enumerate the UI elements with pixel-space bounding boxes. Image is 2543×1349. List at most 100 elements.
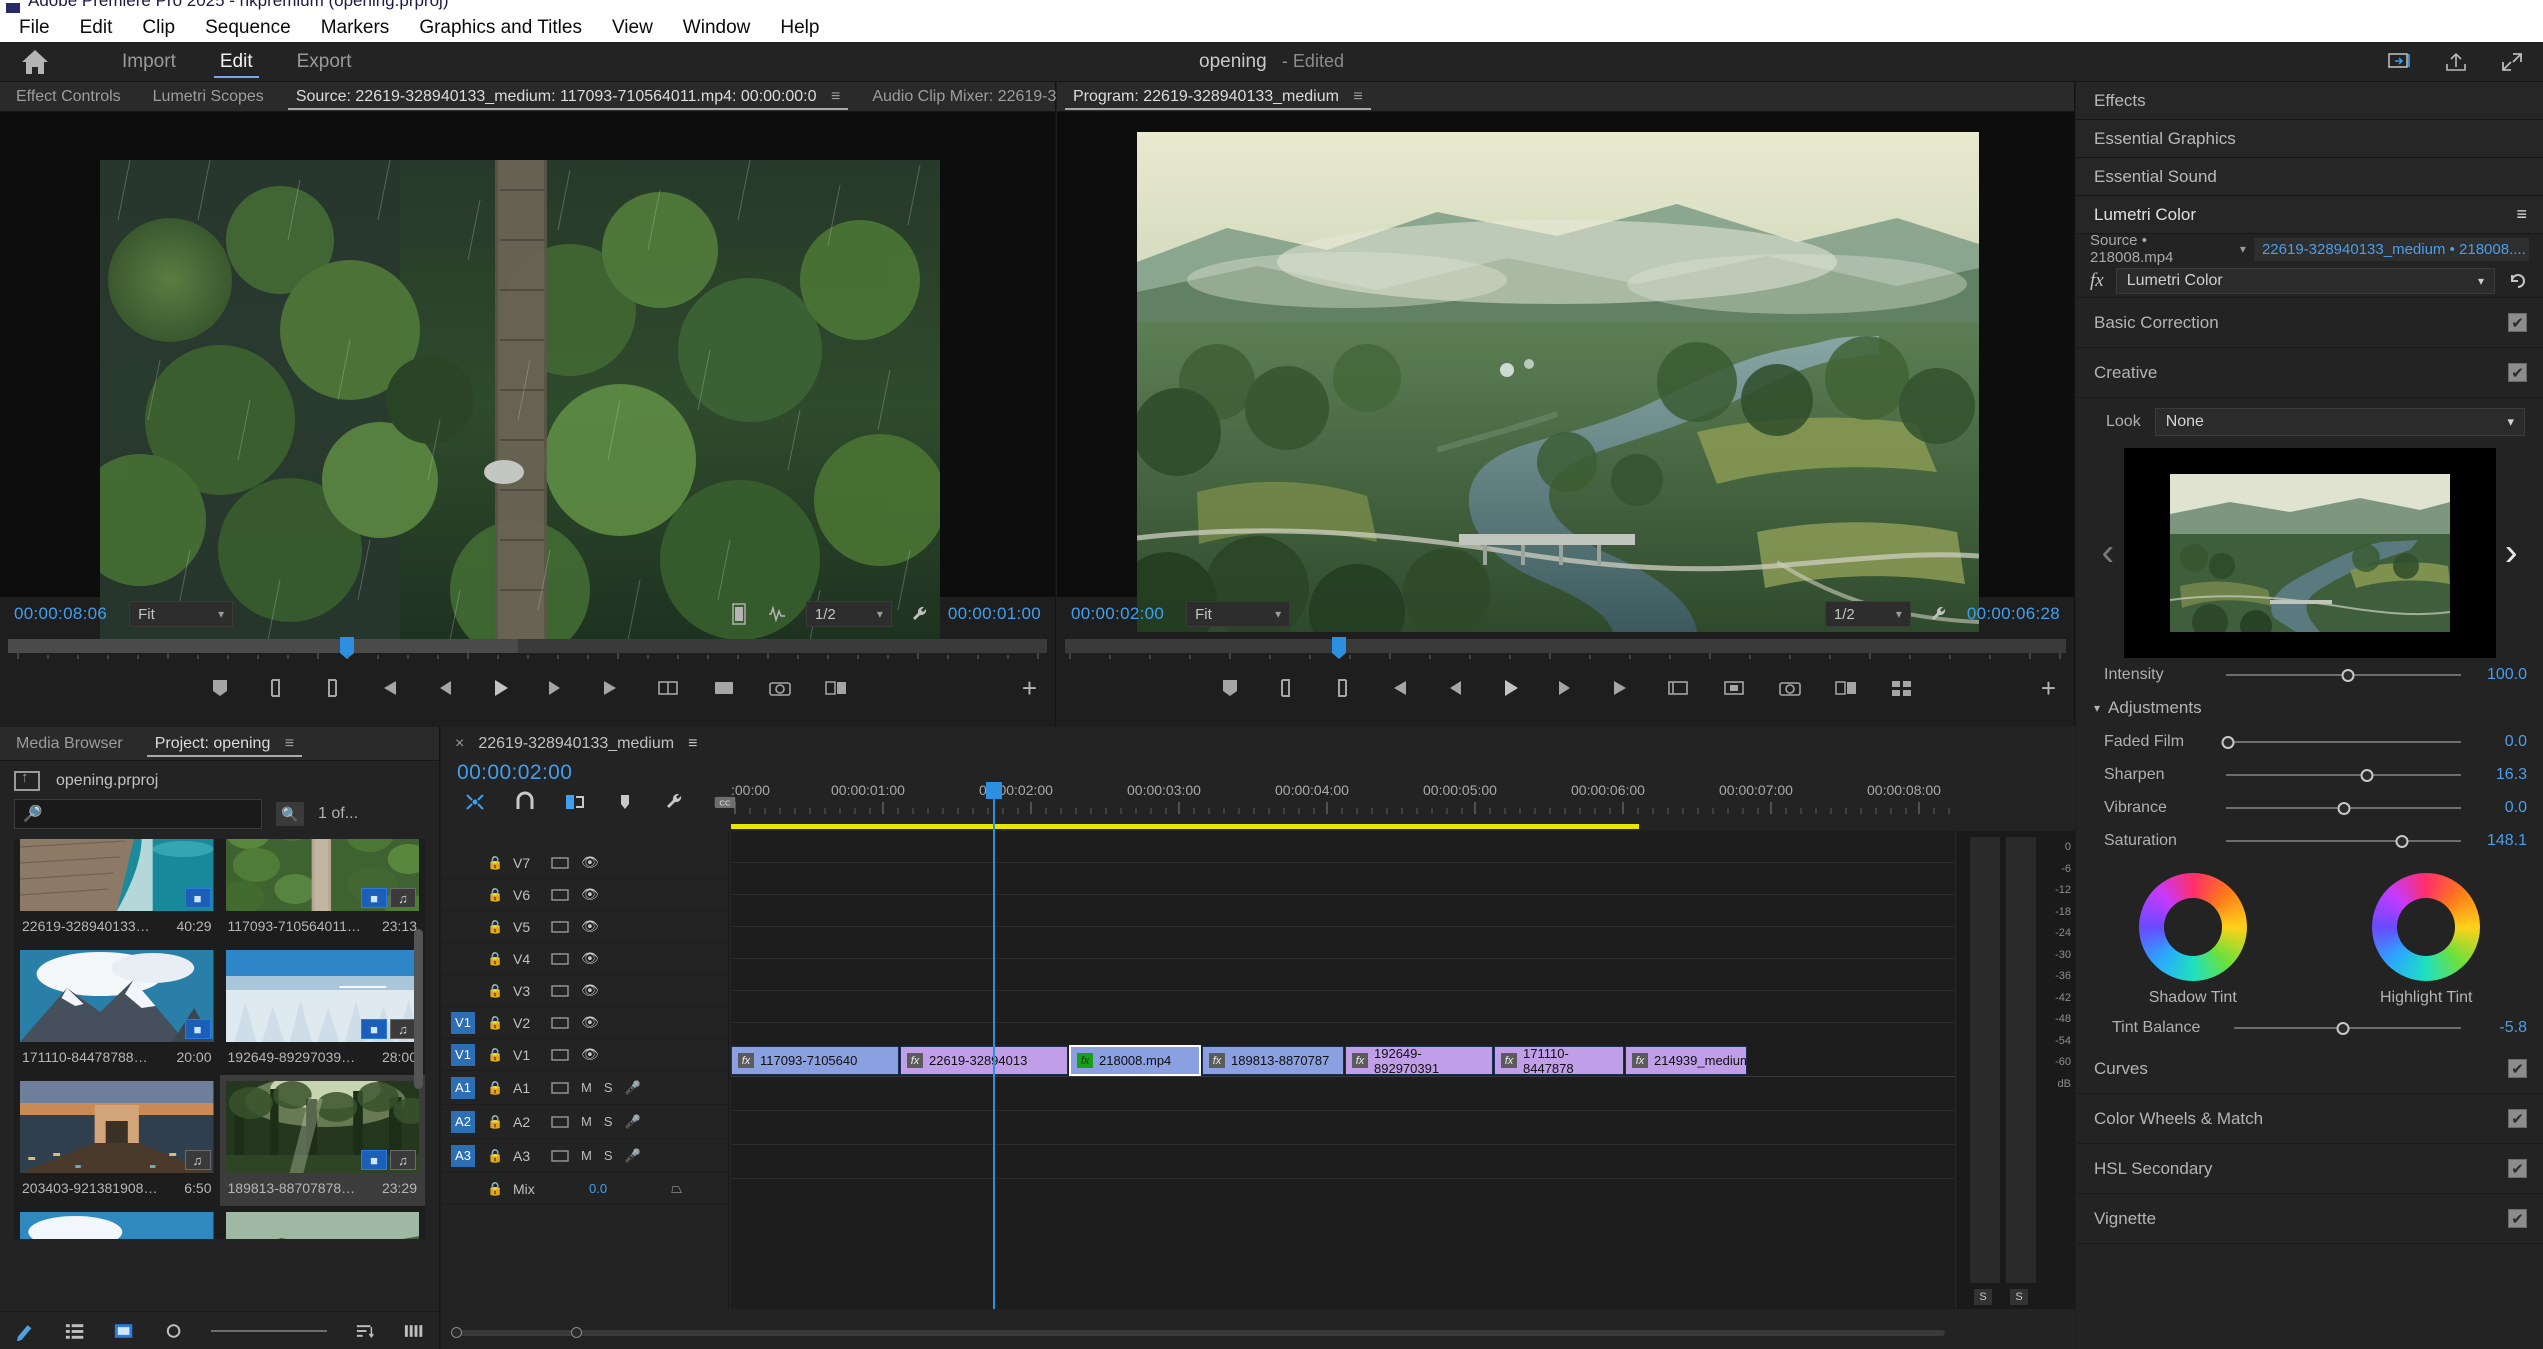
microphone-icon[interactable]: 🎤 [625, 1114, 641, 1130]
lock-icon[interactable]: 🔒 [487, 1114, 503, 1130]
tint-balance-slider[interactable] [2234, 1019, 2461, 1037]
lock-icon[interactable]: 🔒 [487, 1181, 503, 1197]
project-thumbnail-area[interactable]: ■ 22619-328940133… 40:29 ■ ♫ 117093-7105… [14, 839, 425, 1239]
step-back-icon[interactable] [431, 677, 457, 699]
timeline-clip[interactable]: fx 22619-32894013 [900, 1046, 1068, 1075]
mark-out-icon[interactable] [319, 677, 345, 699]
share-icon[interactable] [2443, 50, 2469, 74]
fullscreen-icon[interactable] [2499, 50, 2525, 74]
shadow-tint-wheel[interactable] [2138, 873, 2247, 981]
faded-film-value[interactable]: 0.0 [2471, 733, 2527, 751]
menu-markers[interactable]: Markers [306, 14, 405, 42]
sync-lock-icon[interactable] [551, 1149, 569, 1163]
track-visibility-icon[interactable]: 👁 [581, 854, 599, 871]
program-mark-in-icon[interactable] [1273, 677, 1299, 699]
sync-lock-icon[interactable] [551, 1115, 569, 1129]
lock-icon[interactable]: 🔒 [487, 855, 503, 871]
basic-correction-checkbox[interactable]: ✔ [2508, 313, 2527, 332]
lock-icon[interactable]: 🔒 [487, 1148, 503, 1164]
multicam-icon[interactable] [1889, 677, 1915, 699]
solo-button-right[interactable]: S [2010, 1289, 2028, 1305]
timeline-horizontal-scrollbar[interactable] [451, 1327, 1945, 1339]
drag-video-only-icon[interactable] [730, 603, 748, 625]
menu-edit[interactable]: Edit [65, 14, 128, 42]
track-solo-button[interactable]: S [604, 1080, 613, 1095]
sync-lock-icon[interactable] [551, 856, 569, 870]
track-header-v6[interactable]: V6 🔒 V6 👁 [441, 879, 728, 911]
timeline-playhead-handle[interactable] [986, 782, 1002, 799]
go-to-in-icon[interactable] [375, 677, 401, 699]
program-scrubber[interactable] [1057, 631, 2074, 661]
track-header-v4[interactable]: V4 🔒 V4 👁 [441, 943, 728, 975]
zoom-slider[interactable] [210, 1329, 327, 1332]
section-adjustments[interactable]: ▾ Adjustments [2076, 691, 2543, 725]
lock-icon[interactable]: 🔒 [487, 887, 503, 903]
track-header-v2[interactable]: V1 🔒 V2 👁 [441, 1007, 728, 1039]
drag-audio-only-icon[interactable] [766, 603, 788, 625]
timeline-clip[interactable]: fx 171110-8447878 [1494, 1046, 1624, 1075]
list-item[interactable]: ♫ 203403-921381908… 6:50 [14, 1075, 220, 1206]
mix-meter-icon[interactable]: ⏢ [671, 1180, 682, 1197]
list-item[interactable] [14, 1206, 220, 1239]
track-header-a1[interactable]: A1 🔒 A1 M S 🎤 [441, 1071, 728, 1105]
track-mute-button[interactable]: M [581, 1114, 592, 1129]
tab-import[interactable]: Import [100, 42, 198, 82]
settings-wrench-icon[interactable] [910, 604, 930, 624]
vibrance-slider[interactable] [2226, 799, 2461, 817]
source-video-view[interactable] [0, 112, 1055, 652]
list-item[interactable]: ■ 171110-84478788… 20:00 [14, 944, 220, 1075]
track-visibility-icon[interactable]: 👁 [581, 1014, 599, 1031]
microphone-icon[interactable]: 🎤 [625, 1148, 641, 1164]
saturation-slider[interactable] [2226, 832, 2461, 850]
track-visibility-icon[interactable]: 👁 [581, 982, 599, 999]
program-settings-wrench-icon[interactable] [1929, 604, 1949, 624]
source-current-timecode[interactable]: 00:00:08:06 [14, 604, 107, 624]
highlight-tint-wheel[interactable] [2372, 873, 2481, 981]
lock-icon[interactable]: 🔒 [487, 983, 503, 999]
list-item[interactable]: ■ ♫ 117093-710564011… 23:13 [220, 839, 426, 944]
lumetri-tab-menu-icon[interactable]: ≡ [2516, 204, 2527, 225]
timeline-clip[interactable]: fx 117093-7105640 [731, 1046, 899, 1075]
navigate-up-icon[interactable] [14, 769, 40, 791]
source-button-editor-plus[interactable]: + [1022, 673, 1037, 704]
sync-lock-icon[interactable] [551, 1081, 569, 1095]
panel-tab-essential-graphics[interactable]: Essential Graphics [2076, 120, 2543, 158]
timeline-clip[interactable]: fx 189813-8870787 [1202, 1046, 1344, 1075]
vignette-checkbox[interactable]: ✔ [2508, 1209, 2527, 1228]
chevron-right-icon[interactable]: › [2505, 532, 2518, 575]
overwrite-icon[interactable] [711, 677, 737, 699]
timeline-clip[interactable]: fx 192649-892970391 [1345, 1046, 1493, 1075]
section-curves[interactable]: Curves ✔ [2076, 1044, 2543, 1094]
track-target-a2[interactable]: A2 [451, 1110, 475, 1133]
play-icon[interactable] [487, 677, 513, 699]
track-visibility-icon[interactable]: 👁 [581, 918, 599, 935]
export-frame-icon[interactable] [767, 677, 793, 699]
creative-checkbox[interactable]: ✔ [2508, 363, 2527, 382]
tab-edit[interactable]: Edit [198, 42, 275, 82]
track-mute-button[interactable]: M [581, 1148, 592, 1163]
tab-source-monitor[interactable]: Source: 22619-328940133_medium: 117093-7… [280, 82, 857, 112]
program-video-view[interactable] [1057, 112, 2074, 632]
panel-tab-lumetri-color[interactable]: Lumetri Color ≡ [2076, 196, 2543, 234]
list-view-icon[interactable] [63, 1321, 86, 1341]
list-item[interactable] [220, 1206, 426, 1239]
comparison-view-icon[interactable] [823, 677, 849, 699]
tint-balance-value[interactable]: -5.8 [2471, 1019, 2527, 1037]
list-item[interactable]: ■ ♫ 192649-89297039… 28:00 [220, 944, 426, 1075]
program-add-marker-icon[interactable] [1217, 677, 1243, 699]
faded-film-slider[interactable] [2221, 733, 2461, 751]
track-header-a2[interactable]: A2 🔒 A2 M S 🎤 [441, 1105, 728, 1139]
curves-checkbox[interactable]: ✔ [2508, 1059, 2527, 1078]
adjustments-chevron-down-icon[interactable]: ▾ [2094, 701, 2100, 715]
sync-lock-icon[interactable] [551, 984, 569, 998]
vibrance-value[interactable]: 0.0 [2471, 799, 2527, 817]
section-hsl-secondary[interactable]: HSL Secondary ✔ [2076, 1144, 2543, 1194]
color-wheels-match-checkbox[interactable]: ✔ [2508, 1109, 2527, 1128]
menu-window[interactable]: Window [668, 14, 766, 42]
panel-tab-essential-sound[interactable]: Essential Sound [2076, 158, 2543, 196]
track-header-v5[interactable]: V5 🔒 V5 👁 [441, 911, 728, 943]
solo-button-left[interactable]: S [1974, 1289, 1992, 1305]
insert-icon[interactable] [655, 677, 681, 699]
add-marker-icon[interactable] [207, 677, 233, 699]
new-item-icon[interactable] [14, 1321, 37, 1341]
